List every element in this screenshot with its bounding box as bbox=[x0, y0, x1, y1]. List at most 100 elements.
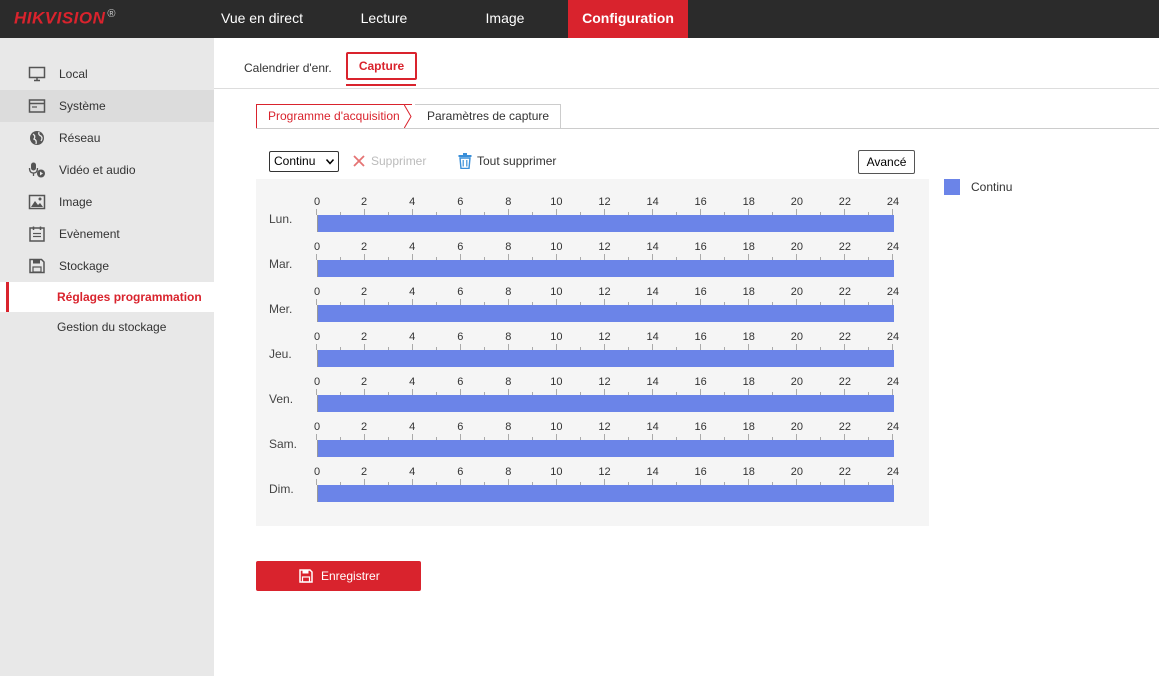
schedule-tick-label: 16 bbox=[694, 331, 707, 343]
sidebar-item-video-audio[interactable]: Vidéo et audio bbox=[0, 154, 214, 186]
microphone-icon bbox=[28, 162, 45, 178]
schedule-tick-label: 8 bbox=[505, 241, 512, 253]
schedule-tick-label: 16 bbox=[694, 421, 707, 433]
sidebar-item-network[interactable]: Réseau bbox=[0, 122, 214, 154]
sidebar-subitem-storage-management[interactable]: Gestion du stockage bbox=[0, 312, 214, 342]
schedule-tick-label: 2 bbox=[361, 286, 368, 298]
tab-record-schedule[interactable]: Calendrier d'enr. bbox=[244, 52, 332, 80]
schedule-tick-label: 8 bbox=[505, 286, 512, 298]
tab-active-indicator bbox=[346, 84, 416, 86]
schedule-day-row: Dim. 0 2 4 6 8 10 12 14 16 18 20 22 24 bbox=[256, 449, 929, 502]
sidebar-subitem-schedule-settings[interactable]: Réglages programmation bbox=[0, 282, 214, 312]
schedule-tick-label: 12 bbox=[598, 421, 611, 433]
advanced-button[interactable]: Avancé bbox=[858, 150, 915, 174]
schedule-tick-label: 22 bbox=[838, 376, 852, 388]
schedule-tick-label: 18 bbox=[742, 196, 755, 208]
schedule-tick-label: 0 bbox=[313, 286, 321, 298]
schedule-tick-label: 16 bbox=[694, 466, 707, 478]
picture-icon bbox=[28, 194, 46, 210]
floppy-icon bbox=[29, 258, 45, 274]
sidebar-item-label: Local bbox=[59, 67, 88, 81]
nav-playback[interactable]: Lecture bbox=[334, 0, 434, 38]
schedule-tick-label: 18 bbox=[742, 376, 755, 388]
schedule-tick-label: 10 bbox=[550, 376, 563, 388]
sidebar-item-label: Réseau bbox=[59, 131, 101, 145]
schedule-tick-label: 6 bbox=[457, 331, 464, 343]
save-button[interactable]: Enregistrer bbox=[256, 561, 421, 591]
schedule-tick-label: 22 bbox=[838, 286, 852, 298]
schedule-segment-continuous[interactable] bbox=[318, 485, 894, 502]
schedule-tick-label: 20 bbox=[790, 241, 803, 253]
sidebar-item-system[interactable]: Système bbox=[0, 90, 214, 122]
schedule-tick-label: 22 bbox=[838, 331, 852, 343]
schedule-tick-label: 20 bbox=[790, 466, 803, 478]
schedule-tick-label: 4 bbox=[409, 196, 416, 208]
sidebar-item-event[interactable]: Evènement bbox=[0, 218, 214, 250]
capture-type-select[interactable]: Continu bbox=[269, 151, 339, 172]
sidebar-item-local[interactable]: Local bbox=[0, 58, 214, 90]
schedule-day-track[interactable] bbox=[317, 485, 894, 502]
tab-divider bbox=[214, 88, 1159, 89]
tab-capture[interactable]: Capture bbox=[346, 52, 417, 80]
schedule-tick-label: 2 bbox=[361, 241, 368, 253]
schedule-tick-label: 20 bbox=[790, 421, 803, 433]
schedule-tick-label: 12 bbox=[598, 466, 611, 478]
schedule-tick-label: 12 bbox=[598, 196, 611, 208]
schedule-tick-label: 20 bbox=[790, 196, 803, 208]
schedule-tick-label: 10 bbox=[550, 466, 563, 478]
schedule-tick-label: 2 bbox=[361, 421, 368, 433]
sidebar-item-image[interactable]: Image bbox=[0, 186, 214, 218]
schedule-tick-label: 24 bbox=[886, 241, 900, 253]
schedule-tick-label: 12 bbox=[598, 286, 611, 298]
schedule-day-row: Mer. 0 2 4 6 8 10 12 14 16 18 20 22 24 bbox=[256, 269, 929, 322]
window-icon bbox=[28, 99, 46, 113]
close-icon bbox=[353, 155, 365, 167]
nav-image[interactable]: Image bbox=[455, 0, 555, 38]
schedule-tick-label: 6 bbox=[457, 196, 464, 208]
schedule-tick-label: 16 bbox=[694, 376, 707, 388]
nav-configuration[interactable]: Configuration bbox=[568, 0, 688, 38]
schedule-tick-label: 4 bbox=[409, 466, 416, 478]
schedule-tick-label: 10 bbox=[550, 421, 563, 433]
schedule-tick-label: 24 bbox=[886, 331, 900, 343]
schedule-tick-label: 4 bbox=[409, 376, 416, 388]
schedule-tick-label: 8 bbox=[505, 466, 512, 478]
schedule-tick-label: 8 bbox=[505, 196, 512, 208]
subtab-capture-schedule[interactable]: Programme d'acquisition bbox=[256, 104, 412, 129]
schedule-tick-label: 24 bbox=[886, 286, 900, 298]
schedule-tick-label: 22 bbox=[838, 466, 852, 478]
schedule-tick-label: 14 bbox=[646, 421, 659, 433]
schedule-tick-label: 18 bbox=[742, 241, 755, 253]
subtab-capture-parameters[interactable]: Paramètres de capture bbox=[415, 104, 561, 129]
delete-button-label: Supprimer bbox=[371, 154, 427, 168]
schedule-tick-label: 20 bbox=[790, 286, 803, 298]
schedule-tick-label: 20 bbox=[790, 331, 803, 343]
schedule-tick-label: 14 bbox=[646, 376, 659, 388]
schedule-tick-label: 22 bbox=[838, 421, 852, 433]
sidebar-item-storage[interactable]: Stockage bbox=[0, 250, 214, 282]
chevron-down-icon bbox=[326, 159, 334, 165]
schedule-tick-label: 16 bbox=[694, 241, 707, 253]
schedule-tick-label: 4 bbox=[409, 421, 416, 433]
schedule-tick-label: 18 bbox=[742, 421, 755, 433]
sidebar: Local Système Réseau Vidéo et audio Imag… bbox=[0, 38, 214, 676]
schedule-tick-label: 0 bbox=[313, 466, 321, 478]
schedule-tick-label: 4 bbox=[409, 286, 416, 298]
schedule-tick-label: 2 bbox=[361, 331, 368, 343]
schedule-tick-label: 10 bbox=[550, 196, 563, 208]
schedule-tick-label: 0 bbox=[313, 241, 321, 253]
sidebar-item-label: Stockage bbox=[59, 259, 110, 273]
schedule-tick-label: 4 bbox=[409, 331, 416, 343]
delete-all-button-label: Tout supprimer bbox=[477, 154, 557, 168]
schedule-tick-label: 22 bbox=[838, 241, 852, 253]
schedule-tick-label: 24 bbox=[886, 421, 900, 433]
schedule-day-row: Sam. 0 2 4 6 8 10 12 14 16 18 20 22 24 bbox=[256, 404, 929, 457]
schedule-tick-label: 14 bbox=[646, 331, 659, 343]
monitor-icon bbox=[28, 66, 46, 82]
nav-live-view[interactable]: Vue en direct bbox=[202, 0, 322, 38]
schedule-tick-label: 0 bbox=[313, 196, 321, 208]
schedule-tick-label: 10 bbox=[550, 331, 563, 343]
schedule-tick-label: 10 bbox=[550, 286, 563, 298]
schedule-day-row: Jeu. 0 2 4 6 8 10 12 14 16 18 20 22 24 bbox=[256, 314, 929, 367]
sidebar-subitem-label: Gestion du stockage bbox=[57, 320, 167, 334]
